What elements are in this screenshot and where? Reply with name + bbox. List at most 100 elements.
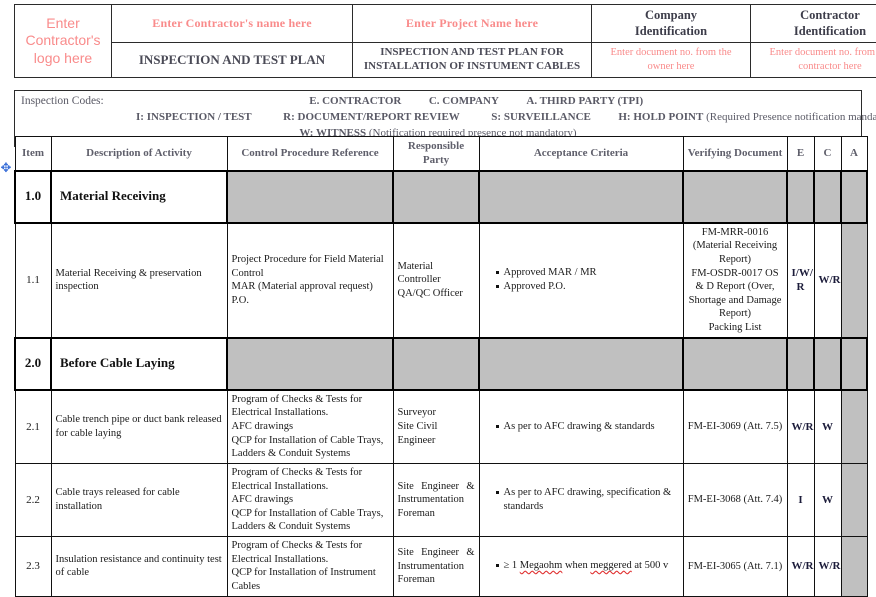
row-item-number: 2.3 [15, 537, 51, 597]
responsible-party-line: Site Engineer & [398, 546, 475, 560]
row-code-a [841, 390, 867, 464]
row-acceptance-criteria: As per to AFC drawing & standards [479, 390, 683, 464]
responsible-party-line: Foreman [398, 573, 475, 587]
code-i-inspection: I: INSPECTION / TEST [136, 111, 252, 123]
row-verifying-document: FM-EI-3068 (Att. 7.4) [683, 463, 787, 536]
row-verifying-document: FM-EI-3069 (Att. 7.5) [683, 390, 787, 464]
row-code-e: W/R [787, 537, 814, 597]
section-filler-cell [393, 338, 479, 390]
code-r-document-review: R: DOCUMENT/REPORT REVIEW [283, 111, 460, 123]
table-section-row: 1.0Material Receiving [15, 171, 867, 223]
row-responsible-party: Material ControllerQA/QC Officer [393, 223, 479, 338]
section-filler-cell [841, 171, 867, 223]
column-header-c: C [814, 137, 841, 171]
section-title: Before Cable Laying [51, 338, 227, 390]
table-row: 2.1Cable trench pipe or duct bank releas… [15, 390, 867, 464]
table-row: 1.1Material Receiving & preservation ins… [15, 223, 867, 338]
row-code-c: W/R [814, 537, 841, 597]
company-identification-header: Company Identification [592, 5, 751, 43]
row-description: Material Receiving & preservation inspec… [51, 223, 227, 338]
company-doc-no-line1: Enter document no. from the [610, 47, 731, 58]
title-block-row-2: INSPECTION AND TEST PLAN INSPECTION AND … [15, 43, 876, 78]
contractor-doc-no-line1: Enter document no. from the [769, 47, 876, 58]
row-description: Cable trench pipe or duct bank released … [51, 390, 227, 464]
section-item-number: 2.0 [15, 338, 51, 390]
table-row: 2.3Insulation resistance and continuity … [15, 537, 867, 597]
project-name-placeholder[interactable]: Enter Project Name here [353, 5, 592, 43]
row-responsible-party: Site Engineer &InstrumentationForeman [393, 537, 479, 597]
acceptance-criteria-item: Approved P.O. [496, 280, 679, 294]
row-control-procedure: Program of Checks & Tests for Electrical… [227, 537, 393, 597]
row-acceptance-criteria: Approved MAR / MRApproved P.O. [479, 223, 683, 338]
row-code-a [841, 537, 867, 597]
code-e-contractor: E. CONTRACTOR [309, 95, 401, 107]
column-header-control-procedure: Control Procedure Reference [227, 137, 393, 171]
row-code-c: W [814, 390, 841, 464]
section-filler-cell [683, 338, 787, 390]
column-header-item: Item [15, 137, 51, 171]
row-code-e: W/R [787, 390, 814, 464]
acceptance-criteria-list: Approved MAR / MRApproved P.O. [484, 266, 679, 294]
row-code-a [841, 223, 867, 338]
contractor-logo-placeholder[interactable]: Enter Contractor's logo here [15, 5, 112, 78]
table-section-row: 2.0Before Cable Laying [15, 338, 867, 390]
section-filler-cell [814, 171, 841, 223]
code-s-surveillance: S: SURVEILLANCE [491, 111, 591, 123]
section-title: Material Receiving [51, 171, 227, 223]
company-document-number-placeholder[interactable]: Enter document no. from the owner here [592, 43, 751, 78]
row-control-procedure: Program of Checks & Tests for Electrical… [227, 390, 393, 464]
section-filler-cell [683, 171, 787, 223]
column-header-verifying-document: Verifying Document [683, 137, 787, 171]
document-title: INSPECTION AND TEST PLAN [112, 43, 353, 78]
section-filler-cell [787, 171, 814, 223]
title-block-row-1: Enter Contractor's logo here Enter Contr… [15, 5, 876, 43]
acceptance-criteria-item: As per to AFC drawing, specification & s… [496, 486, 679, 513]
row-code-e: I/W/ R [787, 223, 814, 338]
row-code-c: W/R [814, 223, 841, 338]
column-header-e: E [787, 137, 814, 171]
code-a-third-party: A. THIRD PARTY (TPI) [526, 95, 643, 107]
table-header-row: Item Description of Activity Control Pro… [15, 137, 867, 171]
inspection-codes-line-1: Inspection Codes: E. CONTRACTOR C. COMPA… [21, 93, 855, 110]
column-header-a: A [841, 137, 867, 171]
row-code-c: W [814, 463, 841, 536]
row-verifying-document: FM-MRR-0016 (Material Receiving Report)F… [683, 223, 787, 338]
row-control-procedure: Program of Checks & Tests for Electrical… [227, 463, 393, 536]
table-body: 1.0Material Receiving1.1Material Receivi… [15, 171, 867, 597]
row-item-number: 2.1 [15, 390, 51, 464]
row-description: Insulation resistance and continuity tes… [51, 537, 227, 597]
contractor-identification-header: Contractor Identification [751, 5, 876, 43]
row-verifying-document: FM-EI-3065 (Att. 7.1) [683, 537, 787, 597]
contractor-identification-line1: Contractor [800, 8, 860, 22]
responsible-party-line: Instrumentation [398, 493, 475, 507]
inspection-codes-label: Inspection Codes: [21, 95, 104, 107]
section-filler-cell [479, 338, 683, 390]
code-c-company: C. COMPANY [429, 95, 499, 107]
move-handle-icon[interactable]: ✥ [0, 160, 12, 174]
row-item-number: 1.1 [15, 223, 51, 338]
document-subtitle-line2: INSTALLATION OF INSTUMENT CABLES [364, 60, 580, 72]
row-acceptance-criteria: ≥ 1 Megaohm when meggered at 500 v [479, 537, 683, 597]
acceptance-criteria-list: As per to AFC drawing, specification & s… [484, 486, 679, 513]
contractor-name-placeholder[interactable]: Enter Contractor's name here [112, 5, 353, 43]
company-identification-line2: Identification [635, 24, 707, 38]
row-responsible-party: Site Engineer &InstrumentationForeman [393, 463, 479, 536]
spellcheck-word: meggered [590, 560, 631, 571]
document-subtitle-line1: INSPECTION AND TEST PLAN FOR [380, 46, 564, 58]
acceptance-criteria-item: ≥ 1 Megaohm when meggered at 500 v [496, 559, 679, 573]
acceptance-criteria-list: ≥ 1 Megaohm when meggered at 500 v [484, 559, 679, 573]
code-h-hold-point: H: HOLD POINT [618, 111, 703, 123]
acceptance-criteria-item: As per to AFC drawing & standards [496, 420, 679, 434]
section-filler-cell [227, 171, 393, 223]
row-control-procedure: Project Procedure for Field Material Con… [227, 223, 393, 338]
section-item-number: 1.0 [15, 171, 51, 223]
acceptance-criteria-item: Approved MAR / MR [496, 266, 679, 280]
acceptance-criteria-list: As per to AFC drawing & standards [484, 420, 679, 434]
contractor-doc-no-line2: contractor here [798, 61, 861, 72]
section-filler-cell [227, 338, 393, 390]
responsible-party-line: Site Engineer & [398, 480, 475, 494]
row-description: Cable trays released for cable installat… [51, 463, 227, 536]
contractor-document-number-placeholder[interactable]: Enter document no. from the contractor h… [751, 43, 876, 78]
company-doc-no-line2: owner here [648, 61, 695, 72]
row-acceptance-criteria: As per to AFC drawing, specification & s… [479, 463, 683, 536]
